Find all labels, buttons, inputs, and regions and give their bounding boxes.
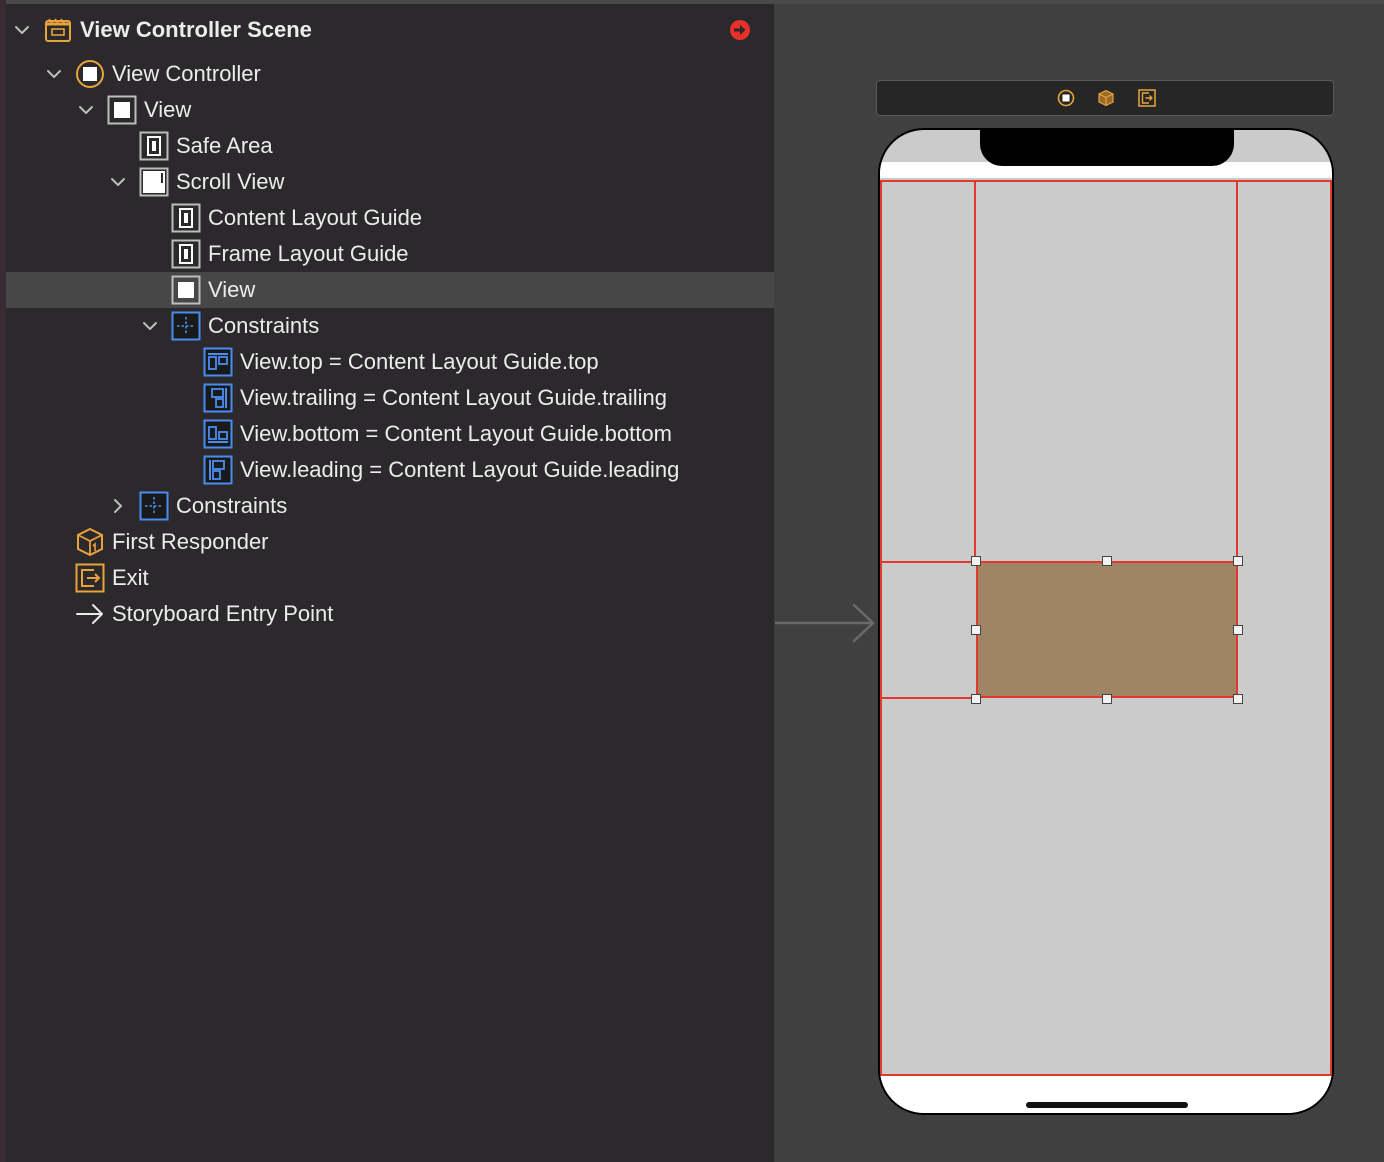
- resize-handle-left[interactable]: [971, 625, 981, 635]
- constraint-bottom-label: View.bottom = Content Layout Guide.botto…: [240, 421, 672, 446]
- layout-guide-icon: [139, 131, 169, 161]
- content-view-label: View: [208, 277, 256, 302]
- selected-content-view[interactable]: [976, 561, 1238, 698]
- outline-row-content-view[interactable]: View: [6, 272, 774, 308]
- scroll-view-label: Scroll View: [176, 169, 285, 194]
- entry-point-arrow-icon: [75, 599, 105, 629]
- resize-handle-bottom-right[interactable]: [1233, 694, 1243, 704]
- outline-row-safe-area[interactable]: Safe Area: [6, 128, 774, 164]
- outline-row-root-view[interactable]: View: [6, 92, 774, 128]
- scroll-view-top-edge: [880, 180, 1332, 182]
- safe-area-label: Safe Area: [176, 133, 273, 158]
- layout-guide-icon: [171, 203, 201, 233]
- scroll-view-right-edge: [1330, 180, 1332, 1076]
- constraint-top-label: View.top = Content Layout Guide.top: [240, 349, 599, 374]
- root-view-canvas[interactable]: [880, 130, 1332, 1113]
- resize-handle-bottom-left[interactable]: [971, 694, 981, 704]
- outline-row-scroll-view[interactable]: Scroll View: [6, 164, 774, 200]
- chevron-down-icon[interactable]: [12, 20, 32, 40]
- first-responder-label: First Responder: [112, 529, 269, 554]
- view-icon: [171, 275, 201, 305]
- view-controller-icon[interactable]: [1057, 89, 1075, 107]
- outline-row-constraint-top[interactable]: View.top = Content Layout Guide.top: [6, 344, 774, 380]
- outline-row-inner-constraints[interactable]: Constraints: [6, 308, 774, 344]
- constraint-leading-icon: [203, 455, 233, 485]
- scroll-view-icon: [139, 167, 169, 197]
- constraint-top-icon: [203, 347, 233, 377]
- inner-constraints-label: Constraints: [208, 313, 320, 338]
- constraint-line-top-horizontal: [880, 561, 976, 563]
- content-layout-guide-label: Content Layout Guide: [208, 205, 423, 230]
- chevron-down-icon[interactable]: [140, 316, 160, 336]
- outline-row-outer-constraints[interactable]: Constraints: [6, 488, 774, 524]
- chevron-right-icon[interactable]: [108, 496, 128, 516]
- error-arrow-icon[interactable]: [728, 18, 752, 42]
- root-view-label: View: [144, 97, 192, 122]
- storyboard-canvas[interactable]: [774, 4, 1384, 1162]
- constraint-bottom-icon: [203, 419, 233, 449]
- resize-handle-top-left[interactable]: [971, 556, 981, 566]
- exit-label: Exit: [112, 565, 149, 590]
- document-outline: View Controller Scene View Controller Vi…: [6, 4, 774, 1162]
- storyboard-scene-icon: [43, 15, 73, 45]
- exit-icon[interactable]: [1138, 89, 1156, 107]
- outline-row-scene[interactable]: View Controller Scene: [6, 12, 774, 48]
- outline-row-constraint-bottom[interactable]: View.bottom = Content Layout Guide.botto…: [6, 416, 774, 452]
- constraints-icon: [139, 491, 169, 521]
- constraints-icon: [171, 311, 201, 341]
- outline-row-first-responder[interactable]: First Responder: [6, 524, 774, 560]
- scroll-view-left-edge: [880, 180, 882, 1076]
- exit-icon: [75, 563, 105, 593]
- iphone-device-frame: [878, 128, 1334, 1115]
- scene-dock[interactable]: [876, 80, 1334, 116]
- constraint-line-leading-vertical: [974, 180, 976, 561]
- resize-handle-right[interactable]: [1233, 625, 1243, 635]
- home-indicator: [1026, 1102, 1188, 1108]
- resize-handle-top[interactable]: [1102, 556, 1112, 566]
- resize-handle-bottom[interactable]: [1102, 694, 1112, 704]
- constraint-leading-label: View.leading = Content Layout Guide.lead…: [240, 457, 680, 482]
- device-notch: [980, 130, 1234, 166]
- first-responder-icon[interactable]: [1097, 89, 1115, 107]
- resize-handle-top-right[interactable]: [1233, 556, 1243, 566]
- view-controller-label: View Controller: [112, 61, 261, 86]
- outline-row-frame-layout-guide[interactable]: Frame Layout Guide: [6, 236, 774, 272]
- outline-row-exit[interactable]: Exit: [6, 560, 774, 596]
- constraint-line-trailing-vertical: [1236, 180, 1238, 561]
- outline-row-content-layout-guide[interactable]: Content Layout Guide: [6, 200, 774, 236]
- constraint-trailing-icon: [203, 383, 233, 413]
- frame-layout-guide-label: Frame Layout Guide: [208, 241, 409, 266]
- scroll-view-bottom-edge: [880, 1074, 1332, 1076]
- chevron-down-icon[interactable]: [44, 64, 64, 84]
- constraint-trailing-label: View.trailing = Content Layout Guide.tra…: [240, 385, 668, 410]
- outline-row-entry-point[interactable]: Storyboard Entry Point: [6, 596, 774, 632]
- view-controller-icon: [75, 59, 105, 89]
- scene-label: View Controller Scene: [80, 17, 312, 42]
- outer-constraints-label: Constraints: [176, 493, 288, 518]
- chevron-down-icon[interactable]: [108, 172, 128, 192]
- chevron-down-icon[interactable]: [76, 100, 96, 120]
- storyboard-entry-arrow[interactable]: [774, 604, 878, 644]
- outline-row-view-controller[interactable]: View Controller: [6, 56, 774, 92]
- constraint-line-bottom-horizontal: [880, 697, 976, 699]
- entry-point-label: Storyboard Entry Point: [112, 601, 334, 626]
- first-responder-icon: [75, 527, 105, 557]
- view-icon: [107, 95, 137, 125]
- outline-row-constraint-leading[interactable]: View.leading = Content Layout Guide.lead…: [6, 452, 774, 488]
- outline-row-constraint-trailing[interactable]: View.trailing = Content Layout Guide.tra…: [6, 380, 774, 416]
- layout-guide-icon: [171, 239, 201, 269]
